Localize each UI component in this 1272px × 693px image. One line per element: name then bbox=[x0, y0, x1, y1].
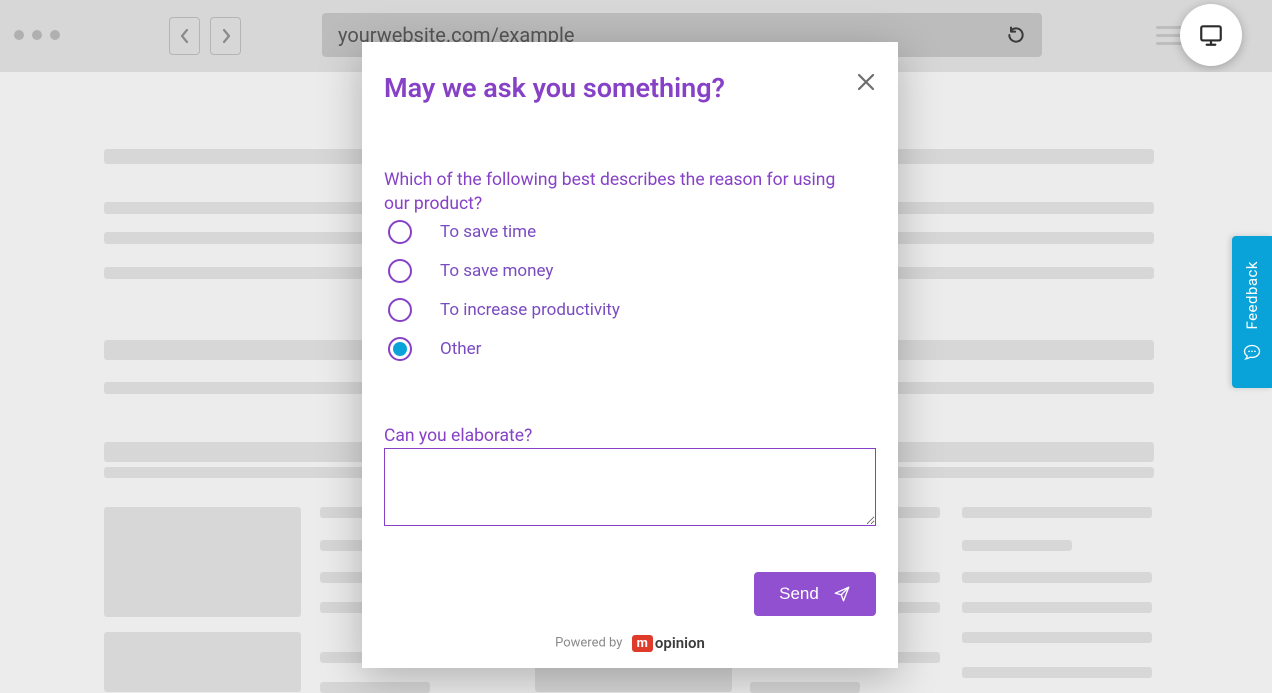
radio-input[interactable] bbox=[388, 337, 412, 361]
mopinion-logo-m: m bbox=[632, 635, 653, 652]
question-2-text: Can you elaborate? bbox=[384, 426, 532, 446]
send-button-label: Send bbox=[779, 584, 819, 604]
feedback-side-tab[interactable]: Feedback bbox=[1232, 236, 1272, 388]
reload-icon bbox=[1006, 25, 1026, 45]
reload-button[interactable] bbox=[1006, 25, 1026, 45]
radio-input[interactable] bbox=[388, 298, 412, 322]
radio-option-productivity[interactable]: To increase productivity bbox=[388, 298, 620, 322]
powered-by: Powered by m opinion bbox=[362, 634, 898, 652]
radio-option-other[interactable]: Other bbox=[388, 337, 620, 361]
radio-input[interactable] bbox=[388, 220, 412, 244]
send-button[interactable]: Send bbox=[754, 572, 876, 616]
radio-label: To increase productivity bbox=[440, 300, 620, 320]
mopinion-logo-text: opinion bbox=[655, 634, 705, 652]
powered-by-prefix: Powered by bbox=[555, 636, 622, 651]
desktop-icon bbox=[1198, 22, 1224, 48]
radio-option-save-time[interactable]: To save time bbox=[388, 220, 620, 244]
radio-label: Other bbox=[440, 339, 481, 359]
device-preview-button[interactable] bbox=[1180, 4, 1242, 66]
radio-label: To save time bbox=[440, 222, 536, 242]
window-traffic-lights bbox=[14, 30, 60, 40]
paper-plane-icon bbox=[833, 585, 851, 603]
close-icon bbox=[856, 72, 876, 92]
close-button[interactable] bbox=[852, 68, 880, 96]
back-button[interactable] bbox=[169, 17, 200, 55]
chevron-right-icon bbox=[220, 28, 232, 44]
modal-title: May we ask you something? bbox=[384, 72, 725, 104]
elaborate-textarea[interactable] bbox=[384, 448, 876, 526]
mopinion-logo[interactable]: m opinion bbox=[632, 634, 705, 652]
radio-group: To save time To save money To increase p… bbox=[388, 220, 620, 361]
chevron-left-icon bbox=[179, 28, 191, 44]
survey-modal: May we ask you something? Which of the f… bbox=[362, 42, 898, 668]
radio-option-save-money[interactable]: To save money bbox=[388, 259, 620, 283]
forward-button[interactable] bbox=[210, 17, 241, 55]
question-1-text: Which of the following best describes th… bbox=[384, 169, 854, 216]
radio-input[interactable] bbox=[388, 259, 412, 283]
feedback-tab-label: Feedback bbox=[1243, 261, 1261, 330]
speech-bubble-icon bbox=[1242, 343, 1262, 363]
radio-label: To save money bbox=[440, 261, 553, 281]
